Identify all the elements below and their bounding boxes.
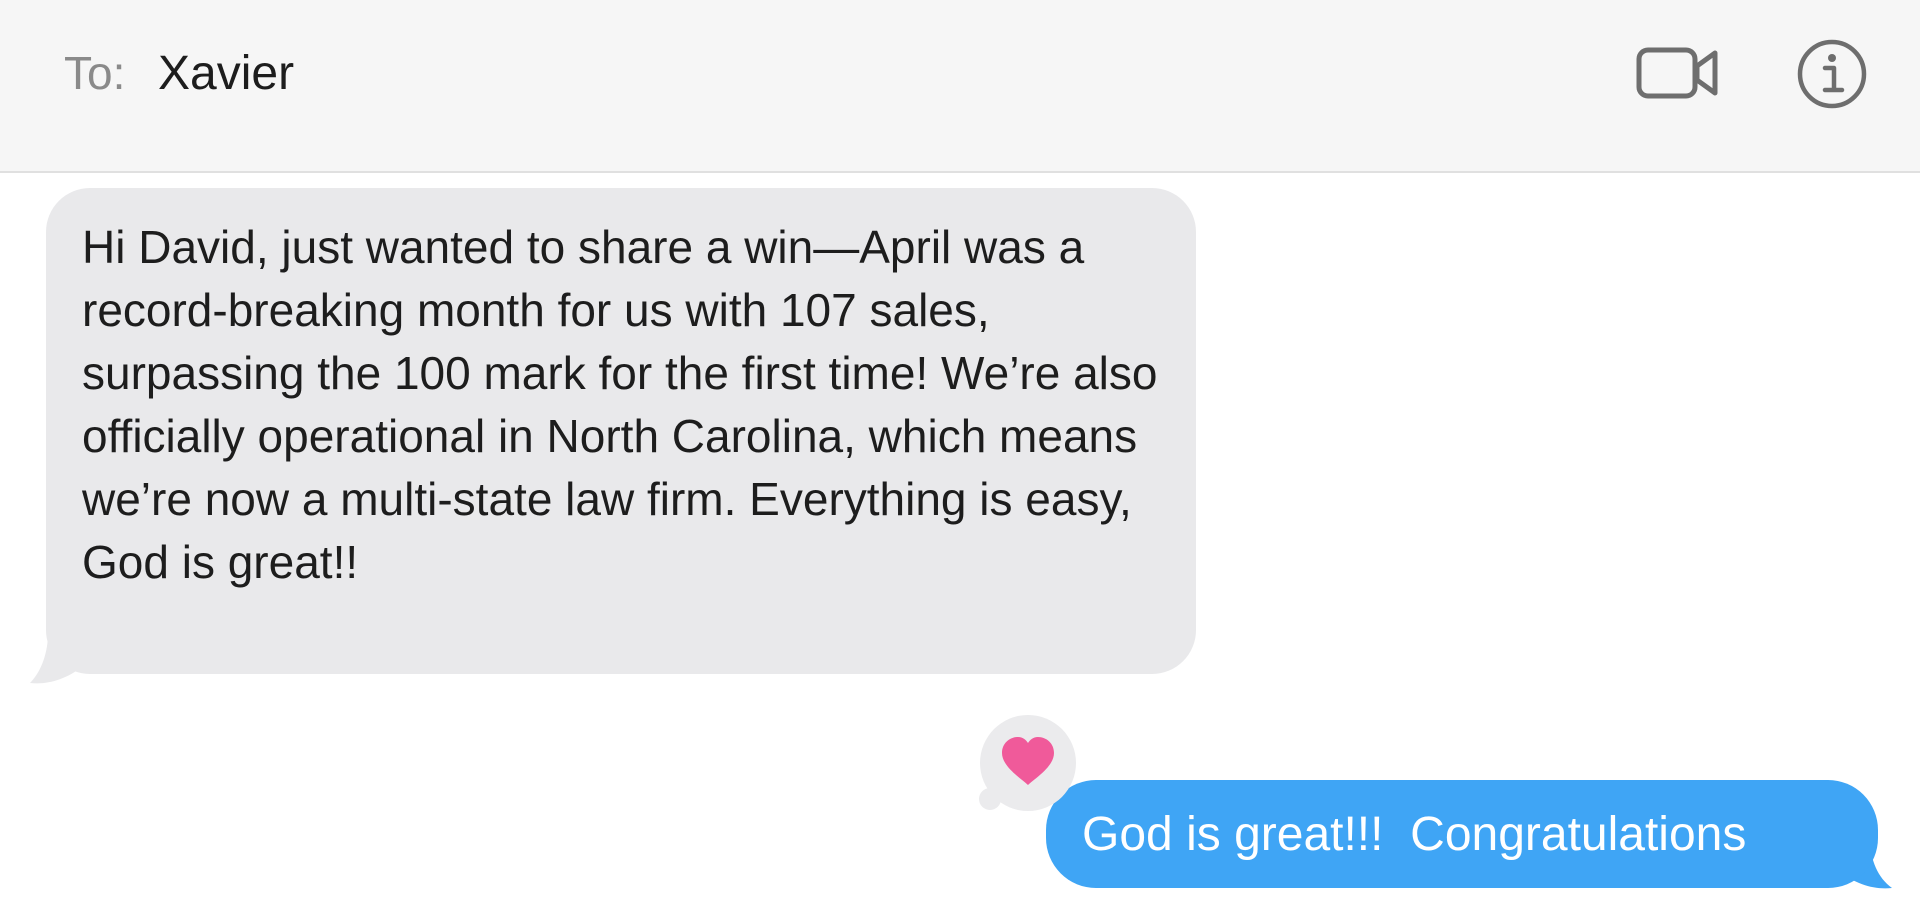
message-thread[interactable]: Hi David, just wanted to share a win—Apr… — [0, 173, 1920, 915]
conversation-header: To: Xavier — [0, 0, 1920, 173]
incoming-message-bubble[interactable]: Hi David, just wanted to share a win—Apr… — [46, 188, 1196, 674]
video-call-button[interactable] — [1636, 42, 1720, 104]
info-button[interactable] — [1796, 38, 1868, 110]
outgoing-message-text: God is great!!! Congratulations — [1082, 807, 1747, 861]
incoming-message-text: Hi David, just wanted to share a win—Apr… — [82, 221, 1158, 588]
info-icon — [1797, 39, 1867, 109]
recipient-name[interactable]: Xavier — [158, 46, 294, 101]
to-label: To: — [64, 47, 126, 99]
heart-tapback[interactable] — [978, 715, 1078, 815]
outgoing-message-bubble[interactable]: God is great!!! Congratulations — [1046, 780, 1878, 888]
video-camera-icon — [1636, 47, 1718, 99]
